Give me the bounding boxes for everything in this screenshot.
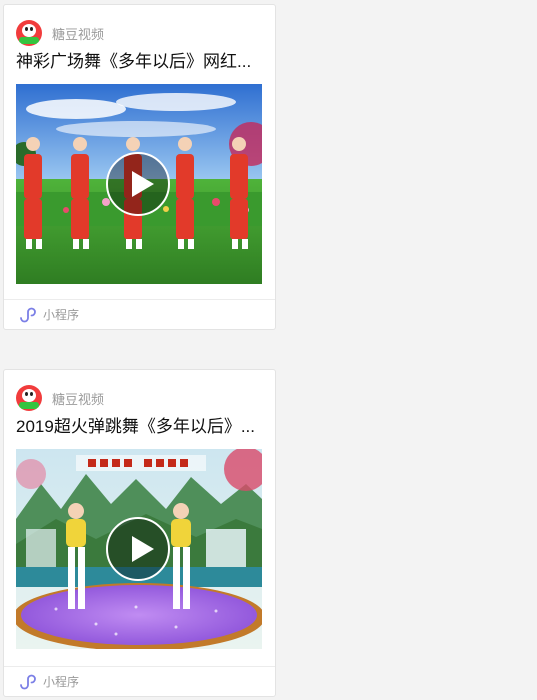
mini-program-label: 小程序 <box>43 675 80 689</box>
app-name: 糖豆视频 <box>52 26 105 42</box>
card-header: 糖豆视频 <box>16 384 104 412</box>
tangdou-logo-icon <box>16 385 42 411</box>
mini-program-icon <box>18 306 36 324</box>
tangdou-logo-icon <box>16 20 42 46</box>
video-title: 神彩广场舞《多年以后》网红... <box>16 52 252 71</box>
mini-program-card[interactable]: 糖豆视频 2019超火弹跳舞《多年以后》... 小程序 <box>3 369 276 697</box>
app-name: 糖豆视频 <box>52 391 105 407</box>
play-icon[interactable] <box>106 517 170 581</box>
video-thumbnail[interactable] <box>16 449 262 649</box>
video-title: 2019超火弹跳舞《多年以后》... <box>16 417 255 436</box>
video-thumbnail[interactable] <box>16 84 262 284</box>
mini-program-card[interactable]: 糖豆视频 神彩广场舞《多年以后》网红... 小程序 <box>3 4 276 330</box>
card-header: 糖豆视频 <box>16 19 104 47</box>
mini-program-icon <box>18 673 36 691</box>
card-footer: 小程序 <box>4 299 275 329</box>
card-footer: 小程序 <box>4 666 275 696</box>
mini-program-label: 小程序 <box>43 308 80 322</box>
play-icon[interactable] <box>106 152 170 216</box>
